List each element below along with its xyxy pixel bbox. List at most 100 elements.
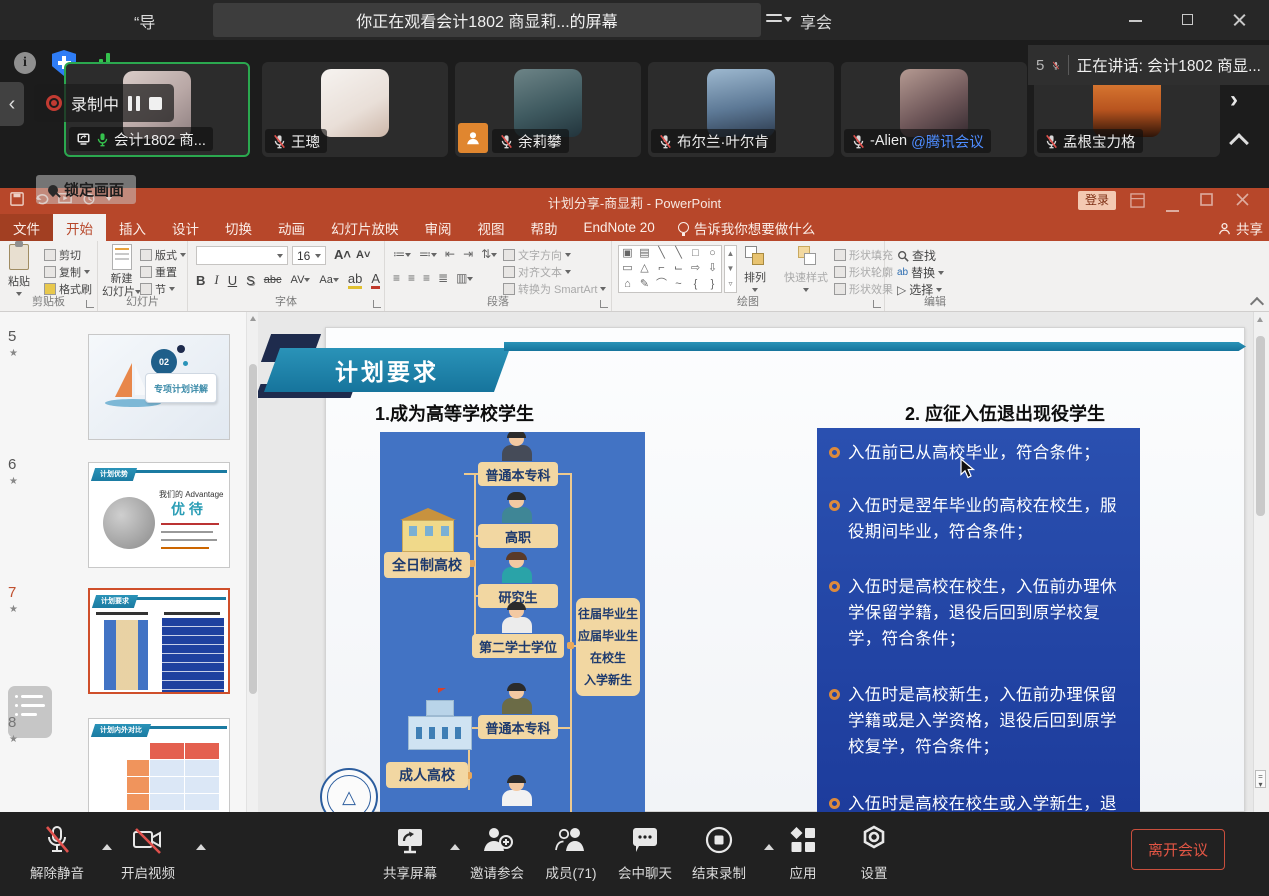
strikethrough-button[interactable]: abc: [264, 274, 282, 286]
tab-design[interactable]: 设计: [159, 214, 212, 241]
paste-button[interactable]: 粘贴: [8, 244, 30, 296]
highlight-color-button[interactable]: ab: [348, 271, 362, 289]
find-button[interactable]: 查找: [897, 247, 936, 264]
tell-me-box[interactable]: 告诉我你想要做什么: [668, 214, 826, 241]
tab-slideshow[interactable]: 幻灯片放映: [318, 214, 412, 241]
scroll-left-chevron[interactable]: ‹: [0, 82, 24, 126]
settings-button[interactable]: 设置: [829, 824, 919, 882]
bullets-button[interactable]: ≔: [393, 247, 411, 261]
ppt-maximize-icon[interactable]: [1200, 193, 1213, 211]
numbering-button[interactable]: ≕: [419, 247, 437, 261]
stop-recording-icon[interactable]: [149, 97, 162, 110]
align-text-button[interactable]: 对齐文本: [503, 264, 571, 280]
ppt-close-icon[interactable]: [1236, 193, 1249, 211]
character-spacing-button[interactable]: AV: [291, 274, 311, 286]
tab-endnote[interactable]: EndNote 20: [571, 214, 668, 241]
info-icon[interactable]: i: [14, 52, 36, 74]
ribbon-options-icon[interactable]: [1130, 193, 1145, 213]
animation-star: ★: [9, 476, 18, 487]
slide-thumbnail-7-selected[interactable]: 计划要求: [88, 588, 230, 694]
participant-tile[interactable]: 王璁: [262, 62, 448, 157]
arrange-button[interactable]: 排列: [744, 246, 766, 292]
thumbnail-scrollbar[interactable]: [246, 312, 258, 812]
share-screen-button[interactable]: 共享屏幕: [365, 824, 455, 882]
participant-name: 王璁: [291, 131, 320, 152]
layout-button[interactable]: 版式: [140, 247, 186, 263]
minimize-button[interactable]: [1128, 12, 1144, 28]
tab-help[interactable]: 帮助: [518, 214, 571, 241]
justify-button[interactable]: ≣: [438, 271, 448, 285]
tab-file[interactable]: 文件: [0, 214, 53, 241]
leave-meeting-button[interactable]: 离开会议: [1131, 829, 1225, 870]
new-slide-icon: [112, 244, 132, 270]
align-right-button[interactable]: ≡: [423, 271, 430, 285]
increase-indent-button[interactable]: ⇥: [463, 247, 473, 261]
decrease-indent-button[interactable]: ⇤: [445, 247, 455, 261]
lock-view-button[interactable]: 锁定画面: [36, 175, 136, 204]
slide-thumbnail-6[interactable]: 计划优势 我们的 Advantage 优 待: [88, 462, 230, 568]
start-video-button[interactable]: 开启视频: [103, 824, 193, 882]
pause-recording-icon[interactable]: [128, 96, 140, 111]
copy-button[interactable]: 复制: [44, 264, 90, 280]
layout-switch-icon[interactable]: [766, 13, 788, 27]
participant-name: 会计1802 商...: [114, 129, 206, 150]
quick-styles-button[interactable]: 快速样式: [784, 246, 828, 292]
collapse-ribbon-chevron[interactable]: [1250, 297, 1264, 311]
slide-thumbnail-8[interactable]: 计划内外对比: [88, 718, 230, 812]
share-button[interactable]: 共享: [1218, 218, 1263, 238]
text-direction-button[interactable]: 文字方向: [503, 247, 571, 263]
replace-button[interactable]: ab替换: [897, 264, 944, 281]
drawing-dialog-launcher[interactable]: [873, 300, 881, 308]
collapse-strip-chevron[interactable]: [1229, 133, 1249, 153]
italic-button[interactable]: I: [214, 272, 218, 288]
bold-button[interactable]: B: [196, 273, 205, 288]
scrollbar-up-arrow[interactable]: [1257, 317, 1263, 322]
font-dialog-launcher[interactable]: [373, 300, 381, 308]
new-slide-button[interactable]: 新建幻灯片: [102, 244, 141, 298]
tab-insert[interactable]: 插入: [106, 214, 159, 241]
scrollbar-thumb[interactable]: [249, 364, 257, 694]
shapes-gallery[interactable]: ▣▤╲╲□○ ▭△⌐⌙⇨⇩ ⌂✎⌒~{}: [618, 245, 722, 293]
tab-animations[interactable]: 动画: [265, 214, 318, 241]
slide-scrollbar[interactable]: =▾: [1253, 312, 1266, 812]
watching-screen-text: 你正在观看会计1802 商显莉...的屏幕: [356, 8, 617, 32]
unmute-button[interactable]: 解除静音: [12, 824, 102, 882]
tab-transitions[interactable]: 切换: [212, 214, 265, 241]
columns-button[interactable]: ▥: [456, 271, 473, 285]
align-left-button[interactable]: ≡: [393, 271, 400, 285]
tab-home[interactable]: 开始: [53, 214, 106, 241]
participant-tile[interactable]: -Alien@腾讯会议: [841, 62, 1027, 157]
shapes-scroll-buttons[interactable]: ▲▼▿: [724, 245, 737, 293]
font-size-select[interactable]: 16: [292, 246, 326, 265]
close-button[interactable]: [1232, 12, 1248, 28]
font-color-button[interactable]: A: [371, 271, 380, 289]
tab-review[interactable]: 审阅: [412, 214, 465, 241]
font-name-select[interactable]: [196, 246, 288, 265]
scrollbar-up-arrow[interactable]: [250, 316, 256, 321]
change-case-button[interactable]: Aa: [319, 274, 338, 286]
end-record-button[interactable]: 结束录制: [674, 824, 764, 882]
next-slide-button[interactable]: =▾: [1255, 770, 1266, 788]
login-button[interactable]: 登录: [1078, 191, 1116, 210]
floating-list-overlay-icon[interactable]: [8, 686, 52, 738]
slide-thumbnail-5[interactable]: 02 专项计划详解: [88, 334, 230, 440]
bullet-item: 入伍时是高校在校生或入学新生，退役后未复学（或复学后退学），另外获得本专科学历的…: [829, 791, 1126, 812]
paragraph-dialog-launcher[interactable]: [600, 300, 608, 308]
members-icon: [554, 824, 588, 856]
reset-button[interactable]: 重置: [140, 264, 177, 280]
underline-button[interactable]: U: [228, 273, 237, 288]
scrollbar-thumb[interactable]: [1256, 336, 1265, 516]
scroll-right-chevron[interactable]: ›: [1230, 86, 1238, 114]
participant-tile[interactable]: 余莉攀: [455, 62, 641, 157]
tab-view[interactable]: 视图: [465, 214, 518, 241]
shrink-font-button[interactable]: A˅: [356, 249, 370, 261]
video-options-caret[interactable]: [196, 844, 206, 850]
participant-tile[interactable]: 布尔兰·叶尔肯: [648, 62, 834, 157]
maximize-button[interactable]: [1180, 12, 1196, 28]
clipboard-dialog-launcher[interactable]: [86, 300, 94, 308]
align-center-button[interactable]: ≡: [408, 271, 415, 285]
text-shadow-button[interactable]: S: [246, 273, 255, 288]
line-spacing-button[interactable]: ⇅: [481, 247, 497, 261]
cut-button[interactable]: 剪切: [44, 247, 81, 263]
grow-font-button[interactable]: A˄: [334, 247, 351, 262]
